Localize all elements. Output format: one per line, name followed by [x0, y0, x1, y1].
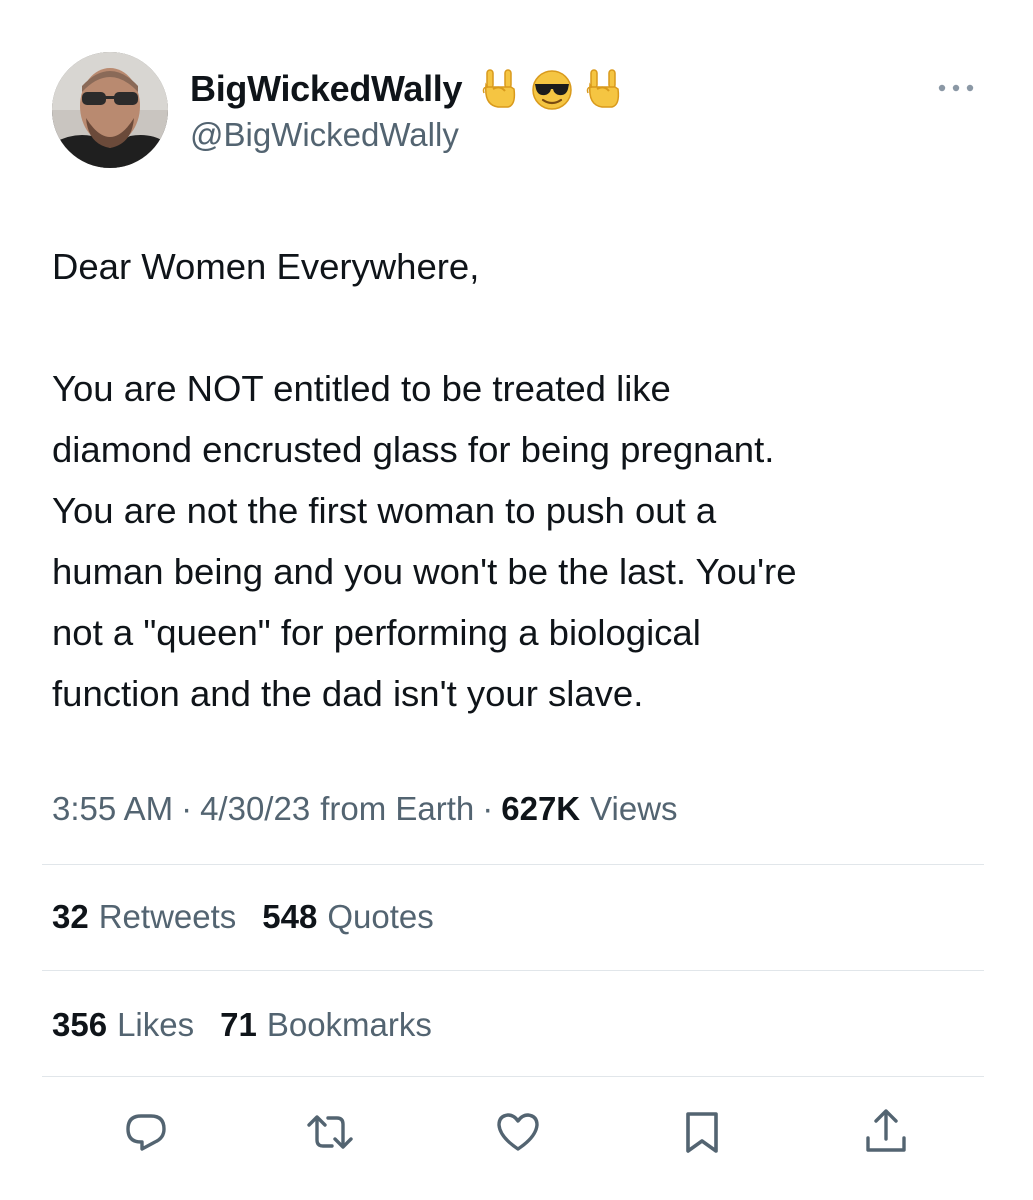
reply-button[interactable]: [122, 1108, 170, 1156]
divider: [42, 970, 984, 971]
more-options-button[interactable]: [928, 70, 984, 106]
retweet-icon: [307, 1115, 353, 1149]
tweet-line: not a "queen" for performing a biologica…: [52, 612, 701, 653]
tweet-line-blank: [52, 297, 992, 358]
profile-photo: [52, 52, 168, 168]
quotes-count: 548: [262, 898, 318, 935]
bookmark-button[interactable]: [678, 1108, 726, 1156]
tweet-text: Dear Women Everywhere, You are NOT entit…: [52, 236, 992, 724]
user-handle[interactable]: @BigWickedWally: [190, 116, 459, 154]
quotes-label: Quotes: [327, 898, 434, 935]
avatar[interactable]: [52, 52, 168, 168]
tweet-line: diamond encrusted glass for being pregna…: [52, 429, 775, 470]
bookmarks-count: 71: [220, 1006, 257, 1043]
retweets-count: 32: [52, 898, 89, 935]
retweets-stat[interactable]: 32 Retweets: [52, 898, 236, 936]
bookmarks-label: Bookmarks: [266, 1006, 432, 1043]
tweet-line: function and the dad isn't your slave.: [52, 673, 644, 714]
retweet-button[interactable]: [306, 1108, 354, 1156]
quotes-stat[interactable]: 548 Quotes: [262, 898, 433, 936]
stats-row-reposts: 32 Retweets 548 Quotes: [52, 894, 460, 940]
meta-separator: ·: [181, 790, 193, 827]
likes-count: 356: [52, 1006, 108, 1043]
tweet-meta: 3:55 AM · 4/30/23 from Earth · 627K View…: [52, 786, 678, 832]
rock-on-hand-emoji: [478, 67, 522, 111]
like-button[interactable]: [494, 1108, 542, 1156]
bookmark-icon: [686, 1112, 718, 1153]
share-icon: [866, 1109, 906, 1152]
reply-icon: [126, 1114, 166, 1151]
sunglasses-face-emoji: [530, 67, 574, 111]
tweet-source: from Earth: [320, 790, 475, 827]
like-icon: [497, 1113, 539, 1151]
stats-row-likes: 356 Likes 71 Bookmarks: [52, 1002, 458, 1048]
rock-on-hand-emoji: [582, 67, 626, 111]
meta-separator: ·: [482, 790, 494, 827]
tweet-line: You are NOT entitled to be treated like: [52, 368, 671, 409]
action-bar: [52, 1100, 982, 1164]
views-count: 627K: [501, 790, 581, 827]
views-label: Views: [590, 790, 678, 827]
divider: [42, 1076, 984, 1077]
tweet-line: You are not the first woman to push out …: [52, 490, 717, 531]
likes-stat[interactable]: 356 Likes: [52, 1006, 194, 1044]
more-dots-icon: [938, 84, 974, 92]
tweet-card: BigWickedWally @BigWickedWally Dear Wome…: [0, 0, 1033, 1200]
tweet-date[interactable]: 4/30/23: [200, 790, 310, 828]
retweets-label: Retweets: [98, 898, 237, 935]
display-name[interactable]: BigWickedWally: [190, 68, 463, 110]
bookmarks-stat[interactable]: 71 Bookmarks: [220, 1006, 432, 1044]
author-name-row: BigWickedWally: [190, 64, 626, 114]
divider: [42, 864, 984, 865]
tweet-line: human being and you won't be the last. Y…: [52, 551, 797, 592]
name-emojis: [478, 67, 626, 111]
share-button[interactable]: [862, 1108, 910, 1156]
tweet-line: Dear Women Everywhere,: [52, 246, 480, 287]
tweet-time[interactable]: 3:55 AM: [52, 790, 173, 828]
likes-label: Likes: [117, 1006, 195, 1043]
